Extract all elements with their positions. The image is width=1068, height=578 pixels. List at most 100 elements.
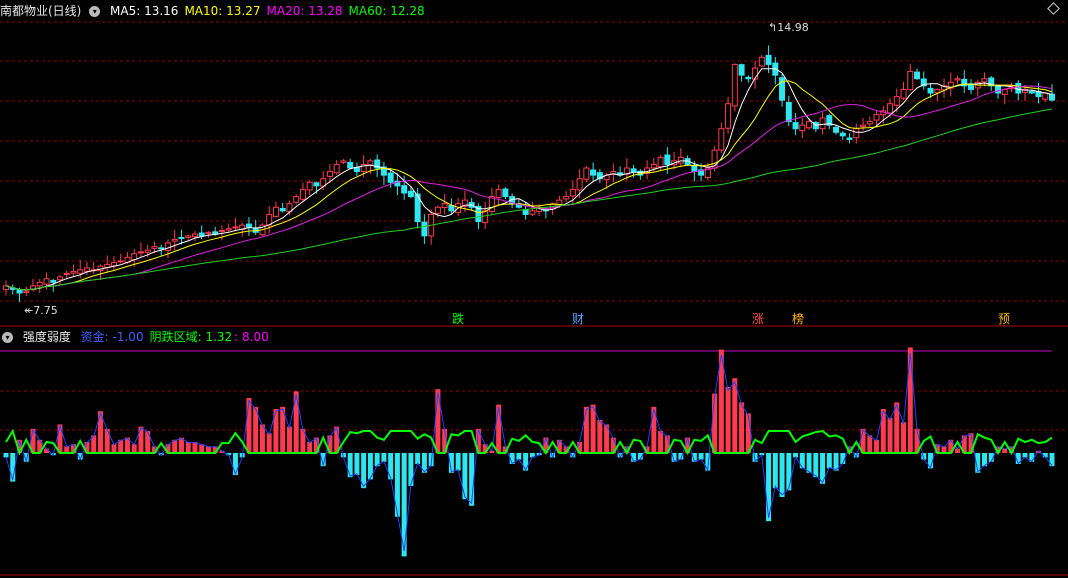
strength-bar-109 — [739, 402, 745, 453]
strength-bar-28 — [192, 442, 198, 453]
candle-body-36 — [245, 223, 252, 228]
strength-bar-114 — [772, 453, 778, 489]
strength-bar-122 — [826, 453, 832, 469]
candle-body-102 — [691, 164, 698, 173]
candle-body-33 — [225, 228, 232, 231]
event-marker-1[interactable]: 财 — [572, 312, 584, 326]
event-marker-3[interactable]: 榜 — [792, 312, 804, 326]
candle-body-54 — [367, 160, 374, 166]
strength-bar-21 — [145, 431, 151, 453]
strength-bar-134 — [907, 347, 913, 453]
candle-body-93 — [630, 168, 637, 173]
candle-body-116 — [785, 101, 792, 123]
candle-body-132 — [893, 96, 900, 106]
candle-body-152 — [1028, 91, 1035, 94]
candle-body-121 — [819, 117, 826, 130]
candle-body-133 — [900, 88, 907, 99]
candle-body-22 — [151, 246, 158, 249]
strength-bar-43 — [293, 391, 299, 453]
candle-body-49 — [333, 163, 340, 174]
strength-bar-110 — [745, 413, 751, 453]
candle-body-127 — [860, 124, 867, 128]
candle-body-32 — [218, 230, 225, 232]
strength-bar-116 — [786, 453, 792, 491]
strength-bar-15 — [104, 428, 110, 453]
candle-body-62 — [421, 221, 428, 237]
candle-body-134 — [907, 71, 914, 91]
event-marker-4[interactable]: 预 — [998, 312, 1010, 326]
event-marker-2[interactable]: 涨 — [752, 312, 764, 326]
sub-label-0: 资金: -1.00 — [80, 330, 144, 344]
sub-indicator-title: 强度弱度 — [22, 330, 71, 344]
candle-body-26 — [178, 236, 185, 239]
indicator-menu-icon[interactable]: ▾ — [89, 6, 101, 17]
strength-bar-57 — [388, 453, 394, 480]
strength-bar-58 — [394, 453, 400, 517]
candle-body-34 — [232, 226, 239, 229]
strength-bar-107 — [725, 387, 731, 453]
strength-bar-97 — [658, 431, 664, 453]
candle-body-100 — [677, 156, 684, 164]
candle-body-64 — [434, 206, 441, 214]
candle-body-40 — [272, 206, 279, 217]
candle-body-17 — [117, 260, 124, 263]
candle-body-66 — [448, 205, 455, 212]
candle-body-59 — [401, 185, 408, 194]
sub-label-2: : 8.00 — [234, 330, 269, 344]
strength-bar-103 — [698, 453, 704, 460]
strength-bar-20 — [138, 426, 144, 453]
strength-bar-60 — [408, 453, 414, 486]
kline-chart-canvas[interactable] — [0, 0, 1068, 578]
strength-bar-88 — [597, 420, 603, 453]
sub-indicator-menu-icon[interactable]: ▾ — [2, 332, 13, 343]
candle-body-73 — [495, 188, 502, 198]
candle-body-60 — [407, 190, 414, 198]
strength-bar-129 — [874, 439, 880, 453]
candle-body-25 — [171, 238, 178, 242]
candle-body-86 — [583, 167, 590, 180]
candle-body-51 — [347, 162, 354, 169]
ma60-line — [5, 108, 1053, 291]
strength-bar-155 — [1049, 453, 1055, 467]
candle-body-9 — [63, 272, 70, 275]
candle-body-28 — [191, 233, 198, 238]
strength-bar-42 — [286, 426, 292, 453]
strength-bar-16 — [111, 444, 117, 453]
candle-body-7 — [50, 279, 57, 283]
strength-bar-68 — [462, 453, 468, 500]
ma-label-3: MA60: 12.28 — [348, 4, 425, 18]
candle-body-10 — [70, 271, 77, 274]
ma20-line — [5, 85, 1053, 291]
strength-bar-56 — [381, 453, 387, 462]
candle-body-145 — [981, 78, 988, 83]
ma10-line — [5, 80, 1053, 291]
candle-body-137 — [927, 87, 934, 94]
candle-body-23 — [158, 247, 165, 250]
event-marker-0[interactable]: 跌 — [452, 312, 464, 326]
candle-body-85 — [576, 178, 583, 191]
strength-bar-118 — [799, 453, 805, 469]
candle-body-135 — [914, 71, 921, 80]
ma-label-1: MA10: 13.27 — [184, 4, 261, 18]
candle-body-50 — [340, 160, 347, 163]
candle-body-123 — [833, 126, 840, 133]
strength-bar-52 — [354, 453, 360, 475]
stock-title: 南都物业(日线) — [0, 4, 82, 18]
strength-bar-133 — [901, 422, 907, 453]
candle-body-113 — [765, 54, 772, 65]
candle-body-131 — [887, 103, 894, 114]
candle-body-124 — [839, 132, 846, 137]
candle-body-21 — [144, 249, 151, 253]
strength-bar-0 — [3, 453, 9, 458]
candle-body-112 — [758, 56, 765, 67]
strength-bar-120 — [813, 453, 819, 478]
candle-body-27 — [185, 235, 192, 238]
strength-bar-36 — [246, 398, 252, 453]
candle-body-118 — [799, 124, 806, 132]
strength-bar-115 — [779, 453, 785, 497]
strength-bar-64 — [435, 389, 441, 453]
strength-bar-105 — [712, 393, 718, 453]
candle-body-48 — [326, 171, 333, 177]
candle-body-83 — [563, 196, 570, 200]
candle-body-57 — [387, 172, 394, 183]
